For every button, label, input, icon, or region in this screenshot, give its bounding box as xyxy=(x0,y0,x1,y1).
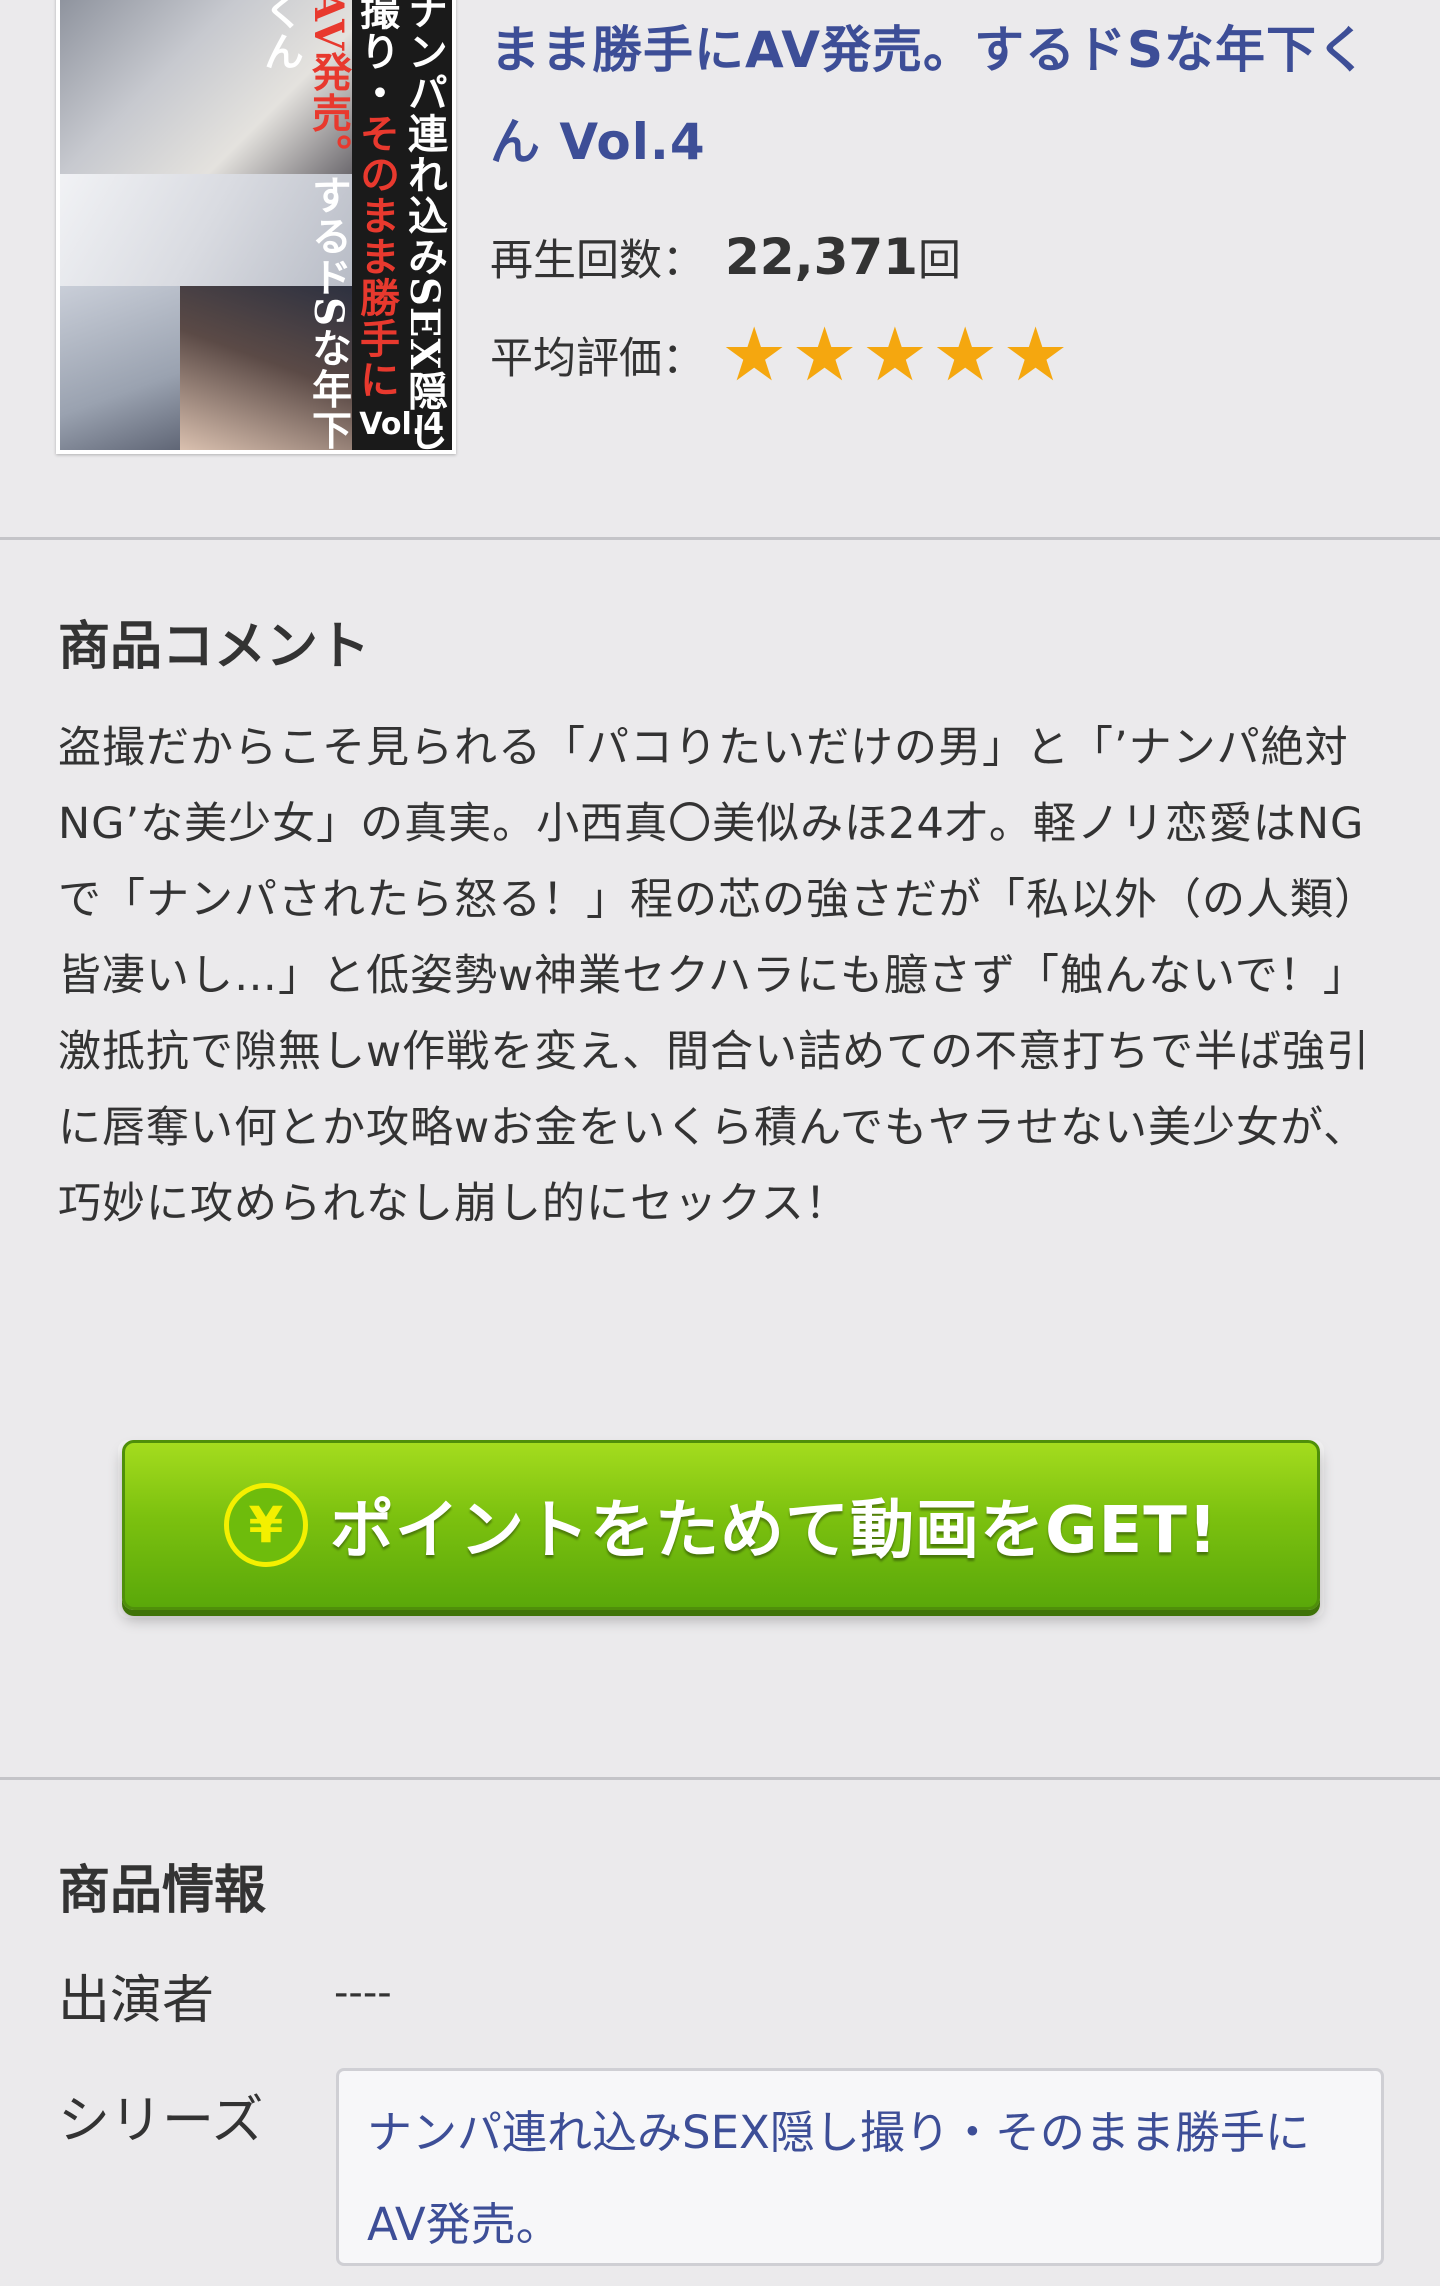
cast-label: 出演者 xyxy=(58,1971,215,2031)
star-icon: ★ xyxy=(932,312,999,398)
comment-body: 盗撮だからこそ見られる「パコりたいだけの男」と「’ナンパ絶対NG’な美少女」の真… xyxy=(58,723,1378,1229)
cast-value: ---- xyxy=(334,1970,392,2016)
view-count-value: 22,371 xyxy=(725,228,918,286)
info-heading: 商品情報 xyxy=(58,1861,267,1921)
product-page: ナンパ連れ込みSEX隠し撮り・そのまま勝手にAV発売。するドSな年下くん Vol… xyxy=(0,0,1440,2286)
average-rating-label: 平均評価： xyxy=(490,334,705,384)
get-button-wrapper: ¥ ポイントをためて動画をGET! xyxy=(118,1440,1324,1618)
thumbnail-scene-3 xyxy=(60,286,180,450)
yen-icon: ¥ xyxy=(223,1483,308,1567)
view-count-row: 再生回数： 22,371 回 xyxy=(490,222,961,292)
star-icon: ★ xyxy=(861,312,929,398)
comment-heading: 商品コメント xyxy=(58,617,371,677)
thumbnail-title-strip: ナンパ連れ込みSEX隠し撮り・そのまま勝手にAV発売。するドSな年下くん xyxy=(257,0,452,450)
product-thumbnail[interactable]: ナンパ連れ込みSEX隠し撮り・そのまま勝手にAV発売。するドSな年下くん Vol… xyxy=(56,0,456,454)
average-rating-row: 平均評価： ★ ★ ★ ★ ★ xyxy=(490,312,1073,398)
star-icon: ★ xyxy=(791,312,858,398)
view-count-label: 再生回数： xyxy=(490,236,705,286)
section-divider xyxy=(0,537,1440,540)
series-link[interactable]: ナンパ連れ込みSEX隠し撮り・そのまま勝手にAV発売。 xyxy=(336,2068,1384,2266)
get-video-button[interactable]: ¥ ポイントをためて動画をGET! xyxy=(122,1440,1320,1610)
thumbnail-vol-label: Vol.4 xyxy=(359,407,444,442)
star-icon: ★ xyxy=(1002,312,1069,398)
star-icon: ★ xyxy=(721,312,788,398)
product-header: ナンパ連れ込みSEX隠し撮り・そのまま勝手にAV発売。するドSな年下くん Vol… xyxy=(0,0,1440,538)
get-video-label: ポイントをためて動画をGET! xyxy=(329,1494,1219,1568)
rating-stars: ★ ★ ★ ★ ★ xyxy=(721,312,1073,398)
section-divider xyxy=(0,1777,1440,1780)
product-title: まま勝手にAV発売。するドSな年下くん Vol.4 xyxy=(490,21,1369,171)
series-label: シリーズ xyxy=(58,2091,264,2151)
view-count-unit: 回 xyxy=(917,236,961,286)
